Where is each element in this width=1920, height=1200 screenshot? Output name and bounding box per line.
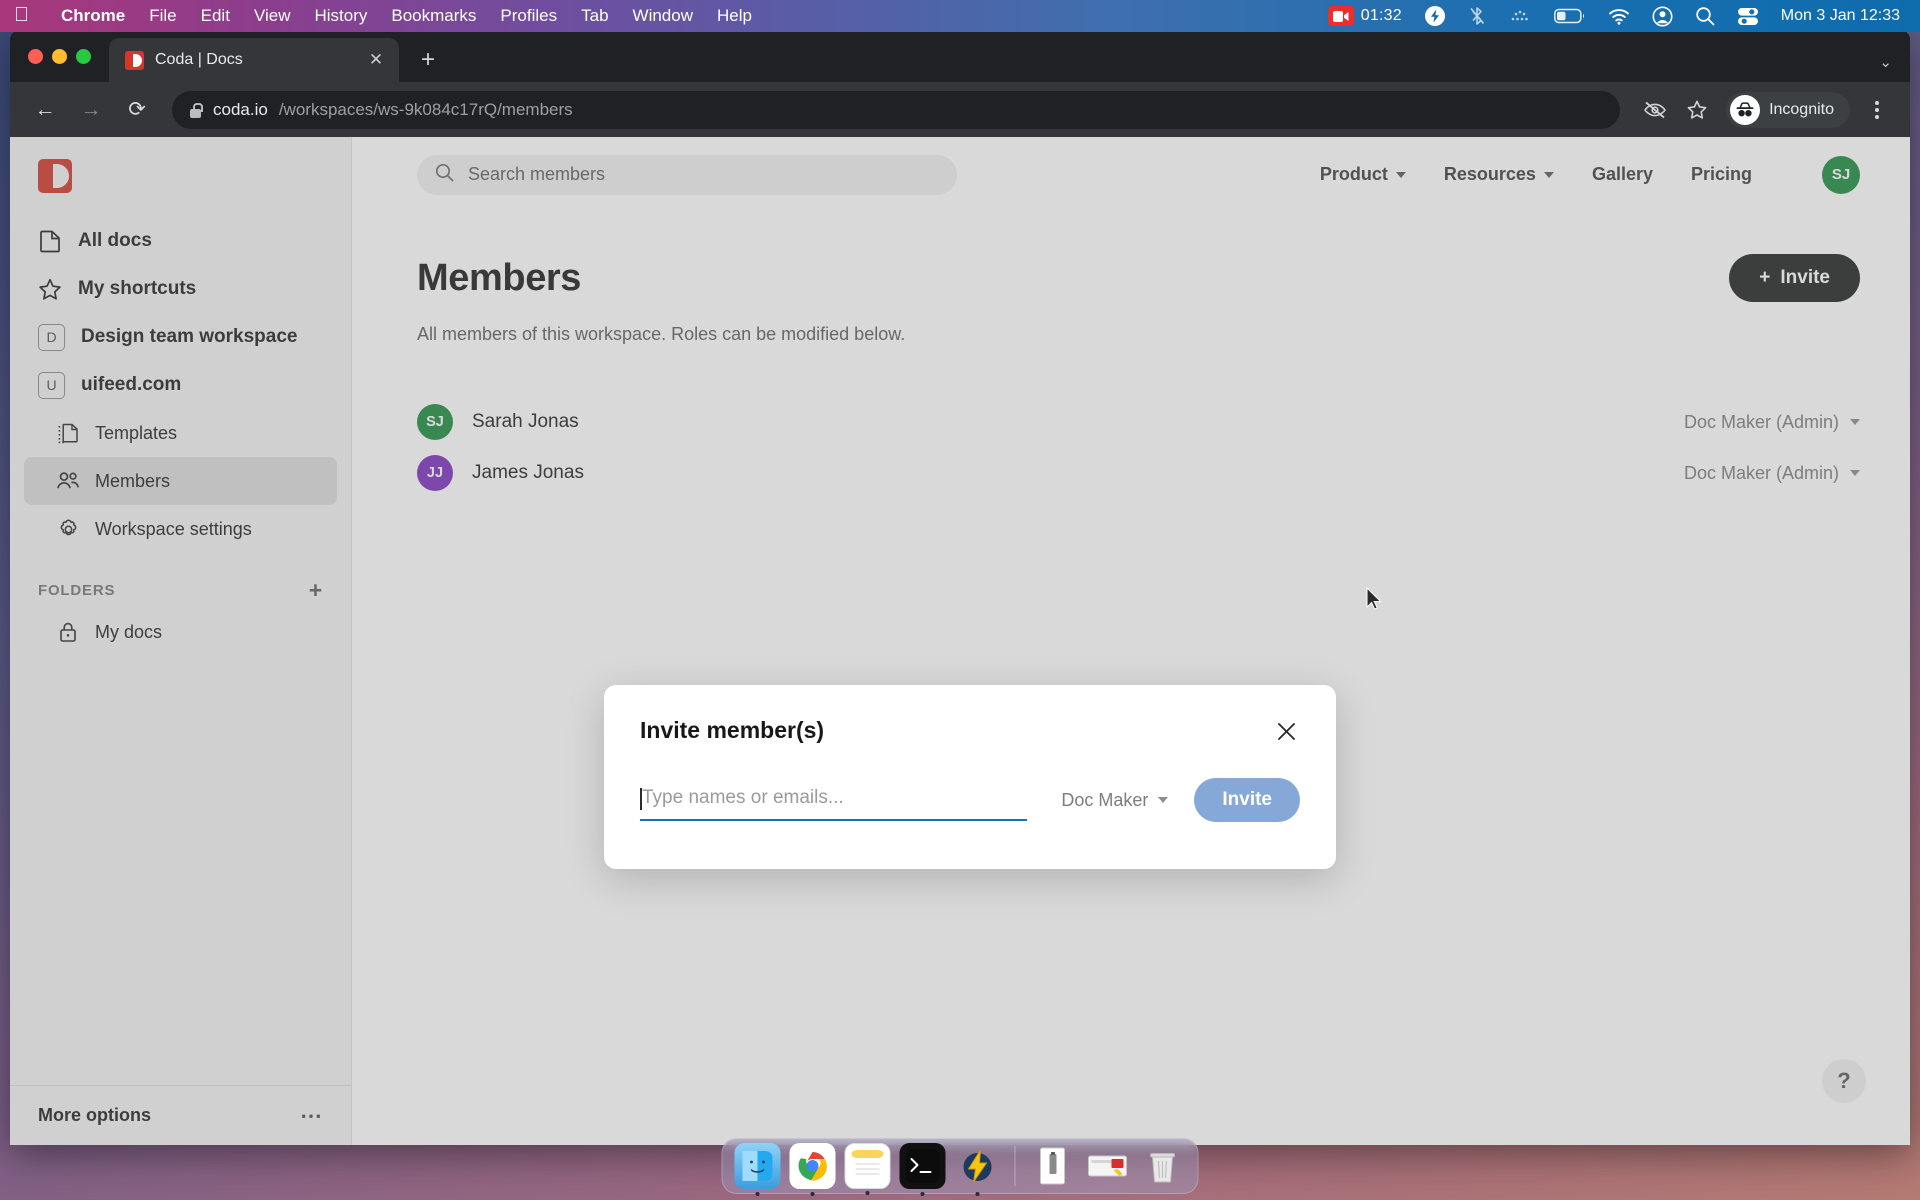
address-bar[interactable]: coda.io/workspaces/ws-9k084c17rQ/members (172, 90, 1621, 129)
coda-favicon (125, 50, 144, 70)
maximize-window-button[interactable] (76, 48, 91, 64)
battery-icon[interactable] (1553, 8, 1586, 24)
browser-tabstrip: Coda | Docs ✕ + ⌄ (10, 30, 1910, 82)
dialog-title: Invite member(s) (640, 717, 825, 743)
chevron-down-icon (1158, 797, 1169, 803)
control-center-icon[interactable] (1737, 7, 1759, 26)
dock-divider (1014, 1146, 1016, 1186)
dock-app-notes[interactable] (844, 1143, 891, 1195)
dock-trash[interactable] (1140, 1143, 1186, 1189)
window-traffic-lights (24, 30, 103, 82)
menubar-clock[interactable]: Mon 3 Jan 12:33 (1781, 7, 1900, 25)
menu-item-view[interactable]: View (242, 6, 303, 26)
tab-close-icon[interactable]: ✕ (365, 49, 387, 71)
running-indicator (810, 1192, 815, 1196)
close-icon[interactable] (1272, 717, 1300, 745)
running-indicator (865, 1191, 870, 1195)
mouse-cursor (1366, 587, 1382, 610)
screen-recording-indicator[interactable]: 01:32 (1327, 6, 1402, 26)
forward-button[interactable]: → (72, 91, 110, 129)
macos-menubar:  Chrome File Edit View History Bookmark… (0, 0, 1920, 32)
incognito-icon (1730, 94, 1761, 125)
bluetooth-off-icon[interactable] (1468, 5, 1486, 27)
dock-app-bolt[interactable] (955, 1143, 1001, 1196)
keyboard-brightness-icon[interactable] (1508, 8, 1532, 24)
running-indicator (920, 1192, 925, 1196)
browser-tab[interactable]: Coda | Docs ✕ (109, 38, 399, 82)
text-caret (640, 788, 642, 810)
menu-item-file[interactable]: File (137, 6, 188, 26)
menu-item-bookmarks[interactable]: Bookmarks (379, 6, 488, 26)
dialog-body: Doc Maker Invite (640, 778, 1300, 830)
incognito-profile-button[interactable]: Incognito (1726, 91, 1850, 128)
role-select-label: Doc Maker (1061, 789, 1149, 810)
submit-invite-button[interactable]: Invite (1194, 778, 1300, 822)
dock-app-finder[interactable] (734, 1143, 781, 1196)
chrome-menu-icon[interactable] (1860, 93, 1894, 127)
eye-slash-icon[interactable] (1636, 91, 1674, 129)
chrome-window: Coda | Docs ✕ + ⌄ ← → ⟳ coda.io/workspac… (10, 30, 1910, 1145)
control-center-user-icon[interactable] (1652, 6, 1673, 27)
url-host: coda.io (213, 99, 268, 119)
url-path: /workspaces/ws-9k084c17rQ/members (278, 99, 573, 119)
lock-icon (188, 102, 203, 118)
menu-item-help[interactable]: Help (705, 6, 764, 26)
menu-item-profiles[interactable]: Profiles (488, 6, 569, 26)
toolbar-actions: Incognito (1636, 91, 1894, 129)
reload-button[interactable]: ⟳ (118, 91, 156, 129)
menu-item-tab[interactable]: Tab (569, 6, 620, 26)
dock-file-document[interactable] (1030, 1143, 1076, 1189)
apple-icon[interactable]:  (14, 5, 29, 25)
menu-item-window[interactable]: Window (621, 6, 705, 26)
dock-app-chrome[interactable] (789, 1143, 836, 1196)
page-content: All docs My shortcuts D Design team work… (10, 137, 1910, 1145)
menu-item-chrome[interactable]: Chrome (49, 6, 137, 26)
wifi-icon[interactable] (1608, 8, 1630, 25)
minimize-window-button[interactable] (52, 48, 67, 64)
menu-item-history[interactable]: History (302, 6, 379, 26)
invite-emails-input[interactable] (640, 787, 1028, 821)
close-window-button[interactable] (28, 48, 43, 64)
bookmark-star-icon[interactable] (1678, 91, 1716, 129)
dialog-header: Invite member(s) (640, 717, 1300, 745)
invite-member-dialog: Invite member(s) Doc Maker Invite (604, 685, 1336, 869)
menubar-status-area: 01:32 Mon 3 Jan 12:33 (1327, 5, 1906, 27)
tab-title: Coda | Docs (155, 51, 243, 68)
back-button[interactable]: ← (26, 91, 64, 129)
screen-recording-icon (1327, 6, 1354, 26)
modal-overlay[interactable] (10, 137, 1910, 1145)
running-indicator (755, 1192, 760, 1196)
bolt-icon[interactable] (1424, 5, 1446, 27)
role-select-dropdown[interactable]: Doc Maker (1061, 789, 1169, 819)
running-indicator (975, 1192, 980, 1196)
new-tab-button[interactable]: + (411, 43, 445, 77)
spotlight-search-icon[interactable] (1695, 6, 1715, 26)
macos-dock (721, 1138, 1199, 1196)
browser-toolbar: ← → ⟳ coda.io/workspaces/ws-9k084c17rQ/m… (10, 82, 1910, 137)
recording-time: 01:32 (1360, 7, 1402, 24)
invite-input-wrapper (640, 787, 1028, 821)
incognito-label: Incognito (1769, 100, 1834, 118)
dock-app-terminal[interactable] (899, 1143, 946, 1196)
chevron-down-icon[interactable]: ⌄ (1879, 53, 1892, 71)
menu-item-edit[interactable]: Edit (189, 6, 242, 26)
dock-file-screenshot[interactable] (1085, 1143, 1131, 1189)
